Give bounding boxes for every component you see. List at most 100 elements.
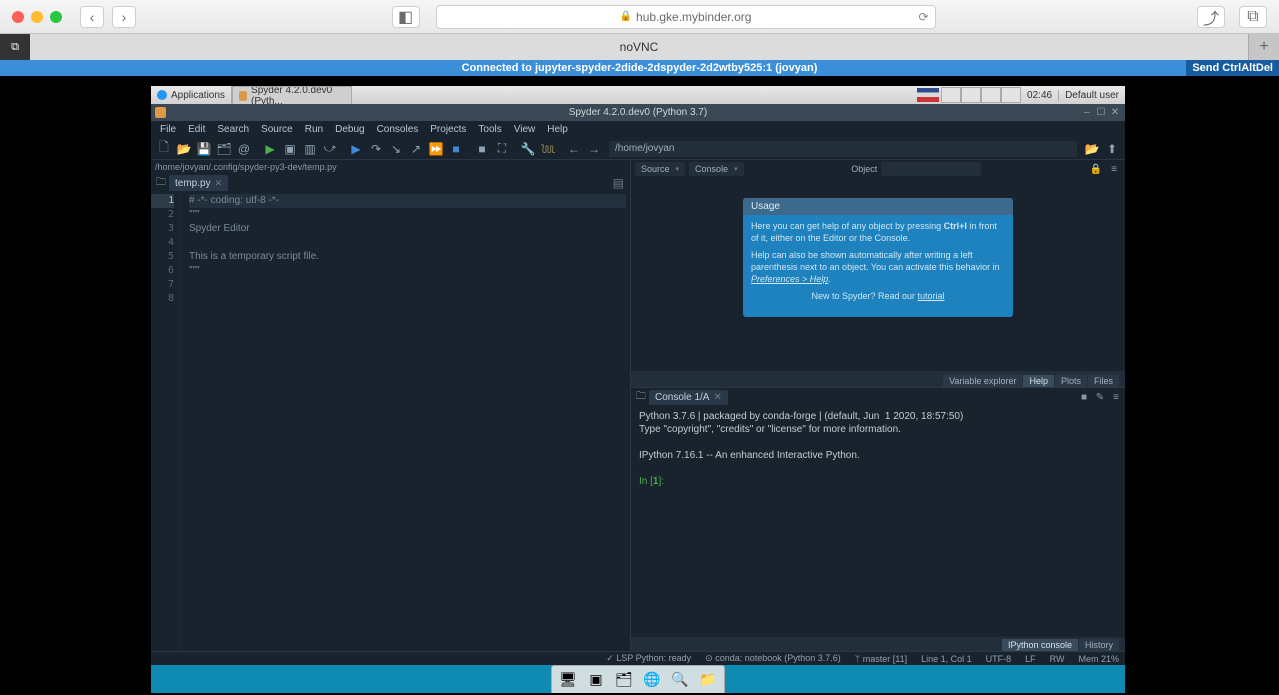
app-finder-icon[interactable]: 🔍 (668, 669, 692, 691)
address-bar[interactable]: 🔒 hub.gke.mybinder.org ⟳ (436, 5, 936, 29)
minimize-icon[interactable]: – (1081, 107, 1093, 118)
console-stop-icon[interactable]: ■ (1077, 392, 1091, 403)
novnc-favicon: ⧉ (0, 34, 30, 60)
debug-icon[interactable]: ▶ (347, 140, 365, 158)
status-conda[interactable]: ⊙ conda: notebook (Python 3.7.6) (705, 653, 841, 664)
workspace-switcher[interactable] (941, 87, 1021, 103)
menu-consoles[interactable]: Consoles (372, 124, 424, 135)
status-eol: LF (1025, 654, 1036, 664)
browse-cwd-icon[interactable]: 📂 (1083, 140, 1101, 158)
save-all-icon[interactable]: 🗂 (215, 140, 233, 158)
split-editor-icon[interactable]: ▤ (609, 176, 628, 190)
back-button[interactable]: ‹ (80, 6, 104, 28)
tutorial-link[interactable]: tutorial (918, 291, 945, 301)
applications-menu-button[interactable]: Applications (151, 86, 232, 104)
new-tab-button[interactable]: + (1249, 34, 1279, 60)
menu-source[interactable]: Source (256, 124, 298, 135)
help-options-icon[interactable]: ≡ (1107, 164, 1121, 175)
maximize-window-icon[interactable] (50, 11, 62, 23)
show-desktop-icon[interactable]: 🖥 (556, 669, 580, 691)
menu-search[interactable]: Search (212, 124, 254, 135)
tabs-overview-button[interactable]: ⧉ (1239, 6, 1267, 28)
browser-tab[interactable]: noVNC (30, 34, 1249, 60)
menu-edit[interactable]: Edit (183, 124, 210, 135)
console-pane: 🗀 Console 1/A ✕ ■ ✎ ≡ Python 3.7.6 (631, 388, 1125, 651)
clock[interactable]: 02:46 (1021, 90, 1058, 101)
spyder-statusbar: ✓ LSP Python: ready ⊙ conda: notebook (P… (151, 651, 1125, 665)
step-into-icon[interactable]: ↘ (387, 140, 405, 158)
minimize-window-icon[interactable] (31, 11, 43, 23)
code-content[interactable]: # -*- coding: utf-8 -*-""" Spyder Editor… (181, 192, 630, 651)
stop-icon[interactable]: ■ (473, 140, 491, 158)
home-folder-icon[interactable]: 📁 (696, 669, 720, 691)
menu-debug[interactable]: Debug (330, 124, 369, 135)
step-over-icon[interactable]: ↷ (367, 140, 385, 158)
menu-run[interactable]: Run (300, 124, 328, 135)
share-button[interactable]: ⤴ (1197, 6, 1225, 28)
vnc-connection-banner: Connected to jupyter-spyder-2dide-2dspyd… (0, 60, 1279, 76)
browser-tab-bar: ⧉ noVNC + (0, 34, 1279, 60)
maximize-icon[interactable]: ☐ (1095, 107, 1107, 118)
menu-projects[interactable]: Projects (425, 124, 471, 135)
run-icon[interactable]: ▶ (261, 140, 279, 158)
close-tab-icon[interactable]: ✕ (215, 178, 223, 189)
close-console-icon[interactable]: ✕ (713, 392, 721, 403)
cwd-parent-icon[interactable]: ⬆ (1103, 140, 1121, 158)
tab-plots[interactable]: Plots (1055, 375, 1087, 387)
forward-button[interactable]: › (112, 6, 136, 28)
cwd-forward-icon[interactable]: → (585, 140, 603, 158)
keyboard-layout-icon[interactable] (917, 88, 939, 102)
sidebar-toggle-icon[interactable]: ◧ (392, 6, 420, 28)
cwd-input[interactable]: /home/jovyan (609, 141, 1077, 157)
send-ctrlaltdel-button[interactable]: Send CtrlAltDel (1186, 60, 1279, 76)
status-git[interactable]: ᛘ master [11] (855, 654, 907, 664)
web-browser-icon[interactable]: 🌐 (640, 669, 664, 691)
stop-debug-icon[interactable]: ■ (447, 140, 465, 158)
file-switcher-icon[interactable]: 🗀 (153, 175, 169, 192)
menu-file[interactable]: File (155, 124, 181, 135)
close-window-icon[interactable] (12, 11, 24, 23)
code-editor[interactable]: 12345678 # -*- coding: utf-8 -*-""" Spyd… (151, 192, 630, 651)
file-manager-icon[interactable]: 🗂 (612, 669, 636, 691)
help-source-dropdown[interactable]: Source▾ (635, 162, 685, 176)
at-icon[interactable]: @ (235, 140, 253, 158)
tab-variable-explorer[interactable]: Variable explorer (943, 375, 1022, 387)
tab-files[interactable]: Files (1088, 375, 1119, 387)
editor-tab-temp[interactable]: temp.py ✕ (169, 175, 228, 191)
step-out-icon[interactable]: ↗ (407, 140, 425, 158)
save-file-icon[interactable]: 💾 (195, 140, 213, 158)
open-file-icon[interactable]: 📂 (175, 140, 193, 158)
spyder-window: Spyder 4.2.0.dev0 (Python 3.7) – ☐ ✕ Fil… (151, 104, 1125, 665)
user-menu[interactable]: Default user (1058, 90, 1125, 101)
cwd-back-icon[interactable]: ← (565, 140, 583, 158)
object-input[interactable] (881, 162, 981, 176)
maximize-pane-icon[interactable]: ⛶ (493, 140, 511, 158)
menu-view[interactable]: View (509, 124, 541, 135)
console-switcher-icon[interactable]: 🗀 (633, 389, 649, 406)
new-file-icon[interactable]: 🗋 (155, 140, 173, 158)
usage-box: Usage Here you can get help of any objec… (743, 198, 1013, 317)
help-lock-icon[interactable]: 🔒 (1089, 164, 1103, 175)
help-console-dropdown[interactable]: Console▾ (689, 162, 744, 176)
run-cell-icon[interactable]: ▣ (281, 140, 299, 158)
reload-icon[interactable]: ⟳ (918, 10, 928, 24)
continue-icon[interactable]: ⏩ (427, 140, 445, 158)
close-icon[interactable]: ✕ (1109, 107, 1121, 118)
tab-help[interactable]: Help (1023, 375, 1054, 387)
console-options-icon[interactable]: ≡ (1109, 392, 1123, 403)
preferences-icon[interactable]: 🔧 (519, 140, 537, 158)
taskbar-item-spyder[interactable]: Spyder 4.2.0.dev0 (Pyth... (232, 86, 352, 104)
tab-history[interactable]: History (1079, 639, 1119, 651)
terminal-icon[interactable]: ▣ (584, 669, 608, 691)
console-output[interactable]: Python 3.7.6 | packaged by conda-forge |… (631, 406, 1125, 637)
spyder-titlebar[interactable]: Spyder 4.2.0.dev0 (Python 3.7) – ☐ ✕ (151, 104, 1125, 121)
run-cell-advance-icon[interactable]: ▥ (301, 140, 319, 158)
run-selection-icon[interactable]: ⤻ (321, 140, 339, 158)
tab-ipython-console[interactable]: IPython console (1002, 639, 1078, 651)
menu-tools[interactable]: Tools (473, 124, 506, 135)
status-lsp[interactable]: ✓ LSP Python: ready (606, 653, 691, 664)
console-clear-icon[interactable]: ✎ (1093, 392, 1107, 403)
menu-help[interactable]: Help (542, 124, 573, 135)
console-tab[interactable]: Console 1/A ✕ (649, 390, 728, 405)
pythonpath-icon[interactable]: 𓆙 (539, 140, 557, 158)
